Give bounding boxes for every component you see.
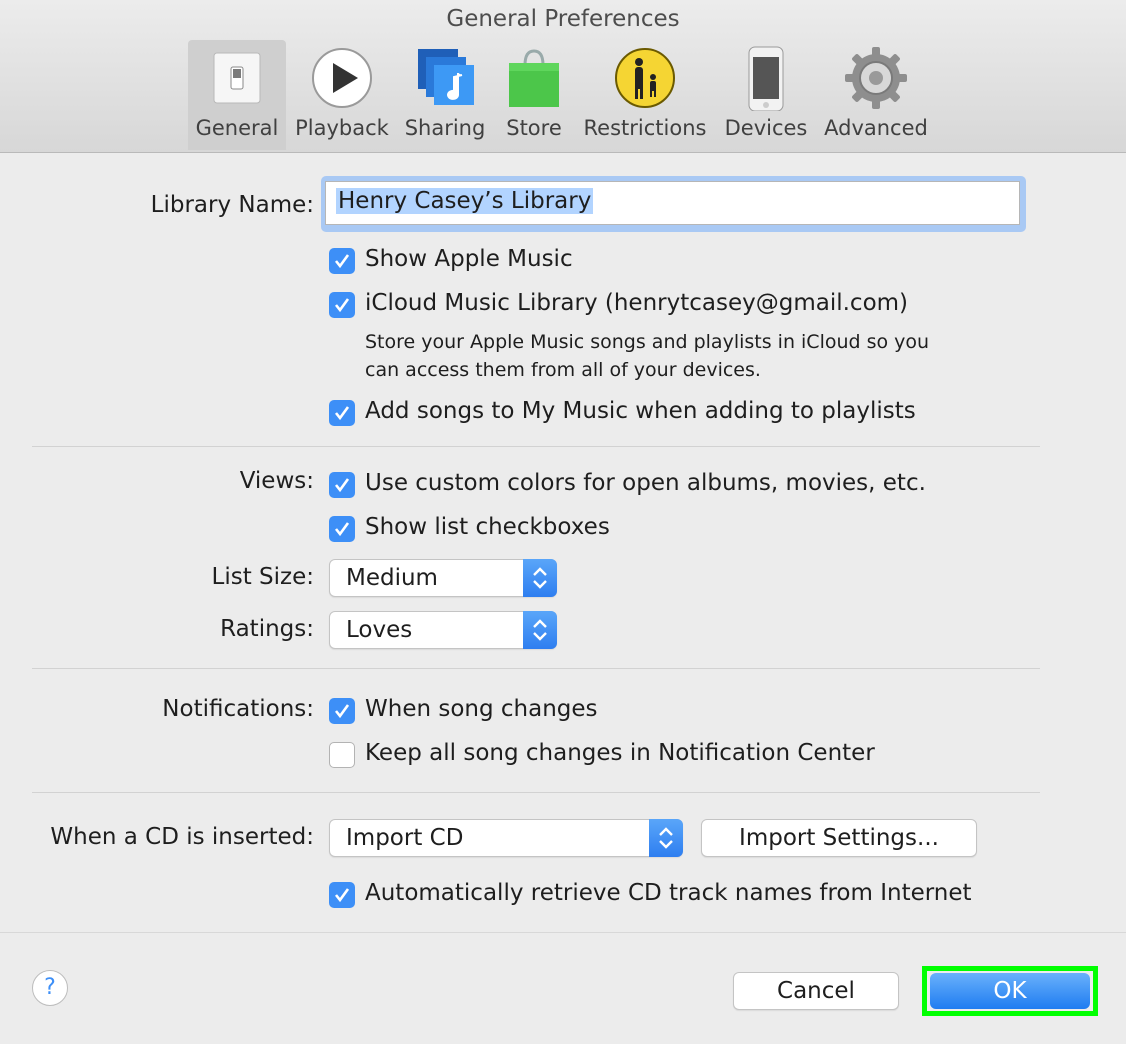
tab-devices-label: Devices [724,116,808,140]
song-changes-checkbox[interactable] [329,698,355,724]
help-button[interactable]: ? [32,970,68,1006]
tab-advanced[interactable]: Advanced [820,40,932,150]
music-note-stack-icon [412,45,478,111]
checkmark-icon [334,298,350,313]
ratings-popup[interactable]: Loves [329,611,557,649]
keep-all-label: Keep all song changes in Notification Ce… [365,740,875,766]
custom-colors-checkbox[interactable] [329,472,355,498]
tab-general[interactable]: General [188,40,286,150]
cd-action-popup[interactable]: Import CD [329,819,683,857]
parental-icon [612,45,678,111]
checkmark-icon [334,888,350,903]
play-icon [309,45,375,111]
ratings-value: Loves [346,617,413,643]
stepper-arrows-icon [523,559,557,597]
cd-action-value: Import CD [346,825,464,851]
toolbar: General Preferences General Playback Sha… [0,0,1126,153]
list-checkboxes-checkbox[interactable] [329,516,355,542]
tab-sharing[interactable]: Sharing [400,40,490,150]
iphone-icon [733,45,799,112]
auto-retrieve-label: Automatically retrieve CD track names fr… [365,880,972,906]
ratings-label: Ratings: [220,616,314,642]
tab-restrictions[interactable]: Restrictions [578,40,712,150]
tab-playback[interactable]: Playback [292,40,392,150]
notifications-label: Notifications: [162,696,314,722]
divider [32,668,1040,669]
list-size-popup[interactable]: Medium [329,559,557,597]
icloud-library-checkbox[interactable] [329,292,355,318]
library-name-focus-ring: Henry Casey’s Library [321,176,1026,232]
library-name-value: Henry Casey’s Library [336,188,594,214]
tab-advanced-label: Advanced [824,116,928,140]
tab-store-label: Store [506,116,562,140]
show-apple-music-label: Show Apple Music [365,246,573,272]
icloud-description-line2: can access them from all of your devices… [365,359,761,381]
checkmark-icon [334,704,350,719]
checkmark-icon [334,522,350,537]
list-checkboxes-label: Show list checkboxes [365,514,610,540]
stepper-arrows-icon [523,611,557,649]
switch-icon [204,45,270,111]
tab-general-label: General [195,116,279,140]
gear-icon [843,45,909,111]
tab-restrictions-label: Restrictions [583,116,707,140]
list-size-label: List Size: [211,564,314,590]
auto-retrieve-checkbox[interactable] [329,882,355,908]
checkmark-icon [334,478,350,493]
import-settings-button[interactable]: Import Settings... [701,819,977,857]
cancel-button[interactable]: Cancel [733,972,899,1010]
show-apple-music-checkbox[interactable] [329,248,355,274]
stepper-arrows-icon [649,819,683,857]
ok-button[interactable]: OK [930,973,1090,1009]
footer-divider [0,932,1126,933]
tab-sharing-label: Sharing [404,116,486,140]
cd-inserted-label: When a CD is inserted: [50,824,314,850]
custom-colors-label: Use custom colors for open albums, movie… [365,470,926,496]
song-changes-label: When song changes [365,696,598,722]
tab-playback-label: Playback [295,116,389,140]
window-title: General Preferences [446,6,680,32]
tab-store[interactable]: Store [498,40,570,150]
add-songs-checkbox[interactable] [329,400,355,426]
divider [32,446,1040,447]
divider [32,792,1040,793]
checkmark-icon [334,406,350,421]
checkmark-icon [334,254,350,269]
icloud-library-label: iCloud Music Library (henrytcasey@gmail.… [365,290,909,316]
library-name-field[interactable]: Henry Casey’s Library [325,181,1020,225]
shopping-bag-icon [501,45,567,111]
views-label: Views: [239,468,314,494]
tab-devices[interactable]: Devices [720,40,812,150]
list-size-value: Medium [346,565,438,591]
add-songs-label: Add songs to My Music when adding to pla… [365,398,916,424]
library-name-label: Library Name: [150,192,314,218]
icloud-description-line1: Store your Apple Music songs and playlis… [365,331,930,353]
keep-all-checkbox[interactable] [329,742,355,768]
